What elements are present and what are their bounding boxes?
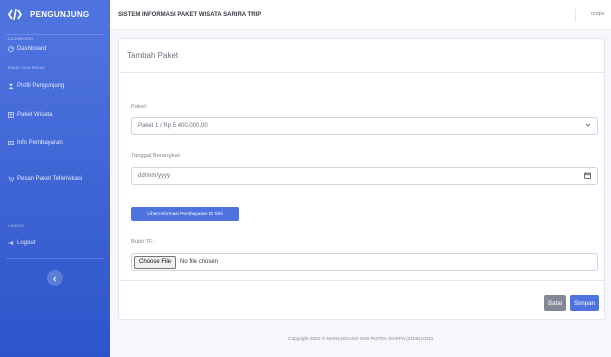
card-title: Tambah Paket: [127, 51, 179, 60]
chevron-left-icon: [52, 269, 58, 287]
sidebar-item-dashboard[interactable]: Dashboard: [0, 46, 46, 52]
calendar-icon[interactable]: [584, 172, 591, 181]
sidebar-item-paket-wisata[interactable]: Paket Wisata: [0, 112, 52, 118]
info-pembayaran-button[interactable]: Lihat Informasi Pembayaran Di Sini: [131, 207, 239, 221]
user-icon: [8, 83, 14, 89]
sidebar-item-label: Paket Wisata: [17, 112, 53, 118]
topbar-divider: [575, 9, 576, 22]
table-icon: [8, 112, 14, 118]
heading-paket: PAKET DAN PESAN: [8, 66, 46, 70]
logout-icon: [8, 240, 14, 246]
sidebar-item-pesan-paket[interactable]: Pesan Paket Teferivikasi: [0, 176, 82, 182]
choose-file-button[interactable]: Choose File: [134, 255, 177, 269]
sidebar-item-profil[interactable]: Profil Pengunjung: [0, 83, 64, 89]
sidebar-item-logout[interactable]: Logout: [0, 240, 35, 246]
sidebar-item-label: Logout: [17, 240, 36, 246]
batal-button[interactable]: Batal: [544, 295, 566, 311]
paket-label: Paket:: [131, 104, 148, 110]
heading-logout: LOGOUT: [8, 224, 25, 228]
chevron-down-icon: [585, 122, 591, 130]
sidebar-toggle-button[interactable]: [47, 270, 63, 286]
footer-copyright: Copyright 2022 © MARCHELINO DWI PUTRA SI…: [288, 337, 433, 342]
bukti-file-input[interactable]: Choose File No file chosen: [131, 253, 598, 271]
cart-icon: [8, 176, 14, 182]
sidebar-item-label: Dashboard: [17, 46, 47, 52]
topbar: SISTEM INFORMASI PAKET WISATA SARIRA TRI…: [110, 0, 611, 30]
page-title: SISTEM INFORMASI PAKET WISATA SARIRA TRI…: [118, 11, 262, 18]
sidebar-item-info-pembayaran[interactable]: Info Pembayaran: [0, 140, 63, 146]
tanggal-input[interactable]: dd/mm/yyyy: [131, 167, 598, 185]
card-divider: [119, 280, 604, 281]
sidebar: PENGUNJUNG DASHBOARD Dashboard PAKET DAN…: [0, 0, 110, 357]
money-icon: [8, 140, 14, 146]
tanggal-label: Tanggal Berangkat:: [131, 153, 181, 159]
bukti-label: Bukti TF:: [131, 239, 155, 245]
paket-select-value: Paket 1 / Rp 5.400.000,00: [138, 123, 208, 129]
brand-text: PENGUNJUNG: [30, 9, 90, 19]
simpan-button[interactable]: Simpan: [570, 295, 599, 311]
sidebar-item-label: Info Pembayaran: [17, 140, 63, 146]
sidebar-divider: [6, 34, 104, 35]
card-header: Tambah Paket: [119, 39, 604, 73]
sidebar-divider-bottom: [6, 258, 104, 259]
sidebar-item-label: Pesan Paket Teferivikasi: [17, 176, 83, 182]
dashboard-icon: [8, 46, 14, 52]
paket-select[interactable]: Paket 1 / Rp 5.400.000,00: [131, 117, 598, 135]
tanggal-placeholder: dd/mm/yyyy: [138, 173, 171, 179]
sidebar-brand[interactable]: PENGUNJUNG: [0, 0, 110, 28]
tambah-paket-card: Tambah Paket Paket: Paket 1 / Rp 5.400.0…: [118, 38, 605, 320]
heading-dashboard: DASHBOARD: [8, 37, 34, 41]
user-menu[interactable]: mdps: [591, 11, 604, 17]
sidebar-item-label: Profil Pengunjung: [17, 83, 65, 89]
code-brackets-icon: [8, 7, 22, 21]
file-status: No file chosen: [180, 259, 219, 265]
